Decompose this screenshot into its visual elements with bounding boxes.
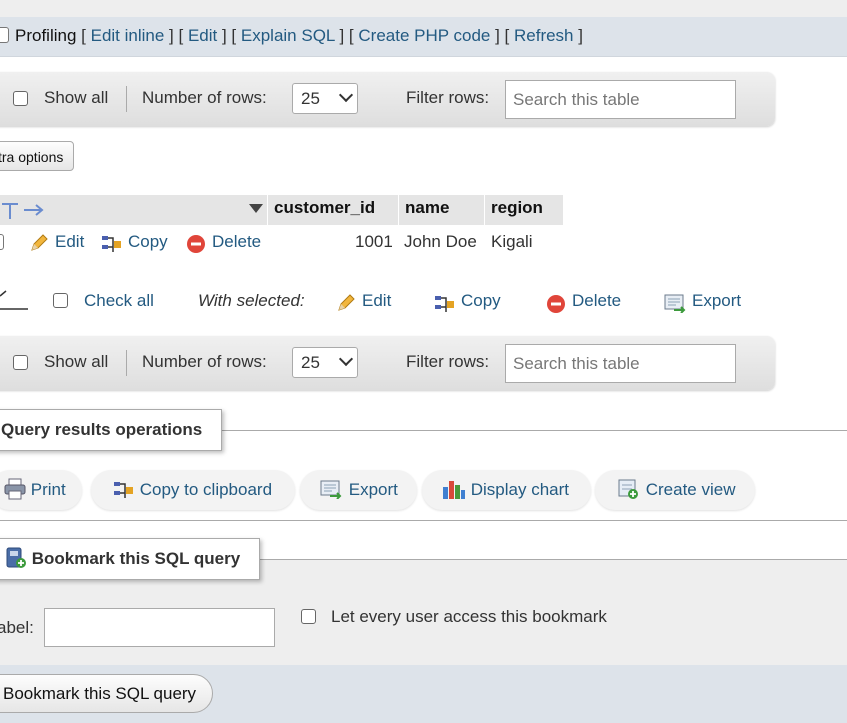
filter-label: Filter rows:	[406, 88, 490, 107]
row-checkbox[interactable]	[0, 234, 4, 250]
rows-label: Number of rows:	[142, 352, 267, 371]
edit-link[interactable]: Edit	[188, 26, 217, 45]
print-button[interactable]: Print	[0, 470, 82, 510]
bookmark-submit-button[interactable]: Bookmark this SQL query	[0, 674, 214, 713]
fieldset-border	[0, 520, 847, 521]
profiling-checkbox[interactable]	[0, 27, 9, 43]
bookmark-label-input[interactable]	[44, 608, 275, 647]
query-results-operations-legend: Query results operations	[0, 409, 222, 451]
create-view-icon	[618, 479, 638, 499]
profiling-bar: Profiling [ Edit inline ] [ Edit ] [ Exp…	[0, 17, 847, 57]
check-all-link[interactable]: Check all	[84, 291, 154, 311]
share-bookmark-checkbox[interactable]	[301, 609, 316, 624]
edit-inline-link[interactable]: Edit inline	[91, 26, 165, 45]
export-icon	[320, 480, 342, 500]
pencil-icon	[338, 294, 355, 311]
show-all-label: Show all	[44, 352, 109, 371]
chevron-down-icon	[338, 87, 354, 103]
navigation-bar-bottom: Show all Number of rows: 25 Filter rows:	[0, 336, 775, 390]
share-bookmark-label: Let every user access this bookmark	[331, 607, 607, 626]
explain-sql-link[interactable]: Explain SQL	[241, 26, 335, 45]
with-selected-label: With selected:	[198, 291, 305, 310]
t-arrow-icon[interactable]	[0, 197, 50, 223]
create-view-button[interactable]: Create view	[595, 470, 755, 510]
rows-select[interactable]: 25	[292, 83, 358, 114]
arrow-left-icon	[0, 290, 28, 310]
rows-label: Number of rows:	[142, 88, 267, 107]
create-php-code-link[interactable]: Create PHP code	[358, 26, 490, 45]
refresh-link[interactable]: Refresh	[514, 26, 574, 45]
export-icon	[664, 294, 686, 313]
divider	[126, 86, 127, 112]
column-header-name[interactable]: name	[399, 195, 485, 225]
bulk-delete-button[interactable]: Delete	[572, 291, 621, 311]
export-button[interactable]: Export	[300, 470, 417, 510]
show-all-checkbox[interactable]	[13, 355, 28, 370]
printer-icon	[4, 478, 26, 500]
bar-chart-icon	[443, 481, 465, 499]
bulk-copy-button[interactable]: Copy	[461, 291, 501, 311]
profiling-label: Profiling	[15, 26, 77, 45]
top-strip	[0, 0, 847, 17]
delete-icon	[187, 235, 205, 253]
show-all-checkbox[interactable]	[13, 91, 28, 106]
copy-to-clipboard-button[interactable]: Copy to clipboard	[91, 470, 295, 510]
cell-region: Kigali	[491, 232, 533, 251]
copy-icon	[435, 296, 454, 312]
bulk-edit-button[interactable]: Edit	[362, 291, 391, 311]
copy-icon	[102, 236, 121, 252]
check-all-checkbox[interactable]	[53, 293, 68, 308]
rows-select[interactable]: 25	[292, 347, 358, 378]
bookmark-icon	[6, 547, 26, 568]
navigation-bar-top: Show all Number of rows: 25 Filter rows:	[0, 72, 775, 126]
table-header-options	[0, 195, 268, 225]
pencil-icon	[31, 234, 48, 251]
row-delete-link[interactable]: Delete	[212, 231, 261, 253]
row-copy-link[interactable]: Copy	[128, 231, 168, 253]
cell-customer-id: 1001	[355, 232, 393, 251]
show-all-label: Show all	[44, 88, 109, 107]
column-header-customer-id[interactable]: customer_id	[268, 195, 399, 225]
column-header-region[interactable]: region	[485, 195, 564, 225]
chevron-down-icon	[338, 351, 354, 367]
search-input[interactable]	[505, 80, 736, 119]
sort-triangle-icon[interactable]	[249, 204, 263, 214]
cell-name: John Doe	[404, 232, 477, 251]
copy-icon	[114, 482, 133, 498]
bookmark-label-text: abel:	[0, 618, 34, 637]
divider	[126, 350, 127, 376]
row-edit-link[interactable]: Edit	[55, 231, 84, 253]
search-input[interactable]	[505, 344, 736, 383]
bookmark-legend: Bookmark this SQL query	[0, 538, 260, 580]
delete-icon	[547, 295, 565, 313]
filter-label: Filter rows:	[406, 352, 490, 371]
bulk-export-button[interactable]: Export	[692, 291, 741, 311]
display-chart-button[interactable]: Display chart	[422, 470, 591, 510]
extra-options-button[interactable]: xtra options	[0, 141, 75, 171]
